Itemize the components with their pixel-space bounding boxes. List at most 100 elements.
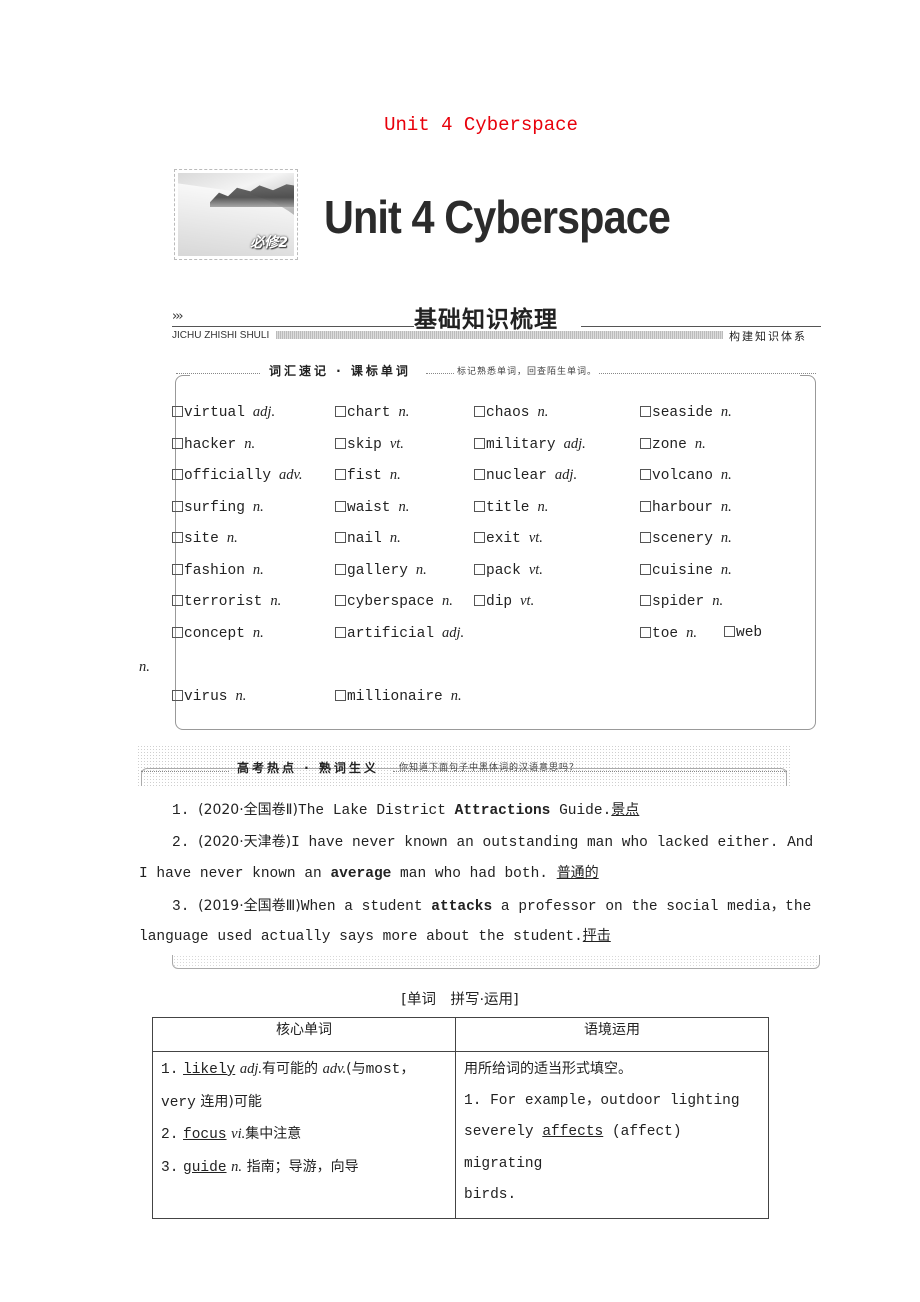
word-text: scenery — [652, 531, 713, 547]
vocab-item[interactable]: concept n. — [172, 625, 264, 642]
vocab-item[interactable]: skip vt. — [335, 436, 404, 453]
checkbox-icon[interactable] — [640, 501, 651, 512]
word-text: cuisine — [652, 563, 713, 579]
vocab-item[interactable]: harbour n. — [640, 499, 732, 516]
checkbox-icon[interactable] — [640, 595, 651, 606]
vocab-item[interactable]: zone n. — [640, 436, 706, 453]
word-pos: n. — [720, 467, 732, 483]
vocab-item[interactable]: gallery n. — [335, 562, 427, 579]
checkbox-icon[interactable] — [474, 501, 485, 512]
word-pos: n. — [226, 530, 238, 546]
checkbox-icon[interactable] — [474, 564, 485, 575]
checkbox-icon[interactable] — [640, 438, 651, 449]
checkbox-icon[interactable] — [335, 690, 346, 701]
checkbox-icon[interactable] — [724, 626, 735, 637]
word-pos: n. — [389, 467, 401, 483]
checkbox-icon[interactable] — [474, 406, 485, 417]
page-title: Unit 4 Cyberspace — [384, 114, 578, 136]
checkbox-icon[interactable] — [640, 564, 651, 575]
context-usage-cell: 用所给词的适当形式填空。 1. For example，outdoor ligh… — [455, 1051, 769, 1219]
vocab-item[interactable]: fist n. — [335, 467, 401, 484]
entry-number: 1. — [161, 1062, 179, 1078]
checkbox-icon[interactable] — [335, 406, 346, 417]
checkbox-icon[interactable] — [172, 469, 183, 480]
vocab-item[interactable]: virtual adj. — [172, 404, 275, 421]
checkbox-icon[interactable] — [172, 532, 183, 543]
vocab-item[interactable]: officially adv. — [172, 467, 303, 484]
checkbox-icon[interactable] — [335, 627, 346, 638]
vocab-item[interactable]: exit vt. — [474, 530, 543, 547]
checkbox-icon[interactable] — [172, 690, 183, 701]
checkbox-icon[interactable] — [474, 532, 485, 543]
checkbox-icon[interactable] — [640, 627, 651, 638]
word-text: terrorist — [184, 594, 263, 610]
vocab-item[interactable]: artificial adj. — [335, 625, 464, 642]
wrapped-pos: n. — [139, 659, 150, 676]
word-pos: adj. — [554, 467, 578, 483]
checkbox-icon[interactable] — [335, 532, 346, 543]
vocab-item[interactable]: spider n. — [640, 593, 723, 610]
table-header-row: 核心单词 语境运用 — [152, 1017, 769, 1052]
checkbox-icon[interactable] — [474, 595, 485, 606]
vocab-item[interactable]: nail n. — [335, 530, 401, 547]
vocab-item[interactable]: web — [724, 625, 762, 641]
checkbox-icon[interactable] — [474, 438, 485, 449]
vocab-item[interactable]: waist n. — [335, 499, 409, 516]
entry-meaning: 集中注意 — [245, 1126, 302, 1142]
vocab-item[interactable]: dip vt. — [474, 593, 534, 610]
word-text: seaside — [652, 405, 713, 421]
vocab-item[interactable]: site n. — [172, 530, 238, 547]
item-answer: 普通的 — [556, 865, 599, 881]
word-usage-table: 核心单词 语境运用 1. likely adj.有可能的 adv.(与most，… — [152, 1017, 769, 1219]
vocab-item[interactable]: volcano n. — [640, 467, 732, 484]
word-text: skip — [347, 437, 382, 453]
vocab-item[interactable]: title n. — [474, 499, 548, 516]
exercise-sentence: 1. For example，outdoor lighting — [464, 1092, 740, 1109]
checkbox-icon[interactable] — [335, 564, 346, 575]
checkbox-icon[interactable] — [640, 406, 651, 417]
word-pos: vt. — [520, 593, 535, 609]
checkbox-icon[interactable] — [335, 469, 346, 480]
vocab-item[interactable]: hacker n. — [172, 436, 255, 453]
word-text: web — [736, 625, 763, 641]
entry-meaning: most， — [365, 1062, 415, 1078]
checkbox-icon[interactable] — [335, 595, 346, 606]
word-text: officially — [184, 468, 272, 484]
checkbox-icon[interactable] — [172, 564, 183, 575]
word-pos: vt. — [528, 530, 543, 546]
word-text: cyberspace — [347, 594, 435, 610]
vocab-item[interactable]: seaside n. — [640, 404, 732, 421]
vocab-item[interactable]: pack vt. — [474, 562, 543, 579]
word-pos: adj. — [442, 625, 465, 641]
vocab-item[interactable]: cyberspace n. — [335, 593, 453, 610]
vocab-item[interactable]: surfing n. — [172, 499, 264, 516]
vocab-item[interactable]: terrorist n. — [172, 593, 281, 610]
checkbox-icon[interactable] — [172, 406, 183, 417]
vocab-item[interactable]: chaos n. — [474, 404, 548, 421]
word-text: fist — [347, 468, 382, 484]
checkbox-icon[interactable] — [172, 595, 183, 606]
vocab-item[interactable]: cuisine n. — [640, 562, 732, 579]
checkbox-icon[interactable] — [474, 469, 485, 480]
vocab-item[interactable]: scenery n. — [640, 530, 732, 547]
checkbox-icon[interactable] — [335, 501, 346, 512]
vocab-item[interactable]: fashion n. — [172, 562, 264, 579]
vocab-item[interactable]: toe n. — [640, 625, 697, 642]
checkbox-icon[interactable] — [640, 469, 651, 480]
word-pos: n. — [252, 625, 264, 641]
exercise-sentence: birds. — [464, 1187, 517, 1203]
item-number: 3. — [172, 899, 190, 915]
vocab-item[interactable]: nuclear adj. — [474, 467, 577, 484]
item-number: 2. — [172, 835, 190, 851]
checkbox-icon[interactable] — [172, 501, 183, 512]
vocab-item[interactable]: virus n. — [172, 688, 246, 705]
section-divider-right — [581, 326, 821, 327]
checkbox-icon[interactable] — [335, 438, 346, 449]
checkbox-icon[interactable] — [172, 627, 183, 638]
vocab-item[interactable]: chart n. — [335, 404, 409, 421]
word-text: surfing — [184, 500, 245, 516]
vocab-item[interactable]: millionaire n. — [335, 688, 462, 705]
checkbox-icon[interactable] — [172, 438, 183, 449]
vocab-item[interactable]: military adj. — [474, 436, 586, 453]
checkbox-icon[interactable] — [640, 532, 651, 543]
